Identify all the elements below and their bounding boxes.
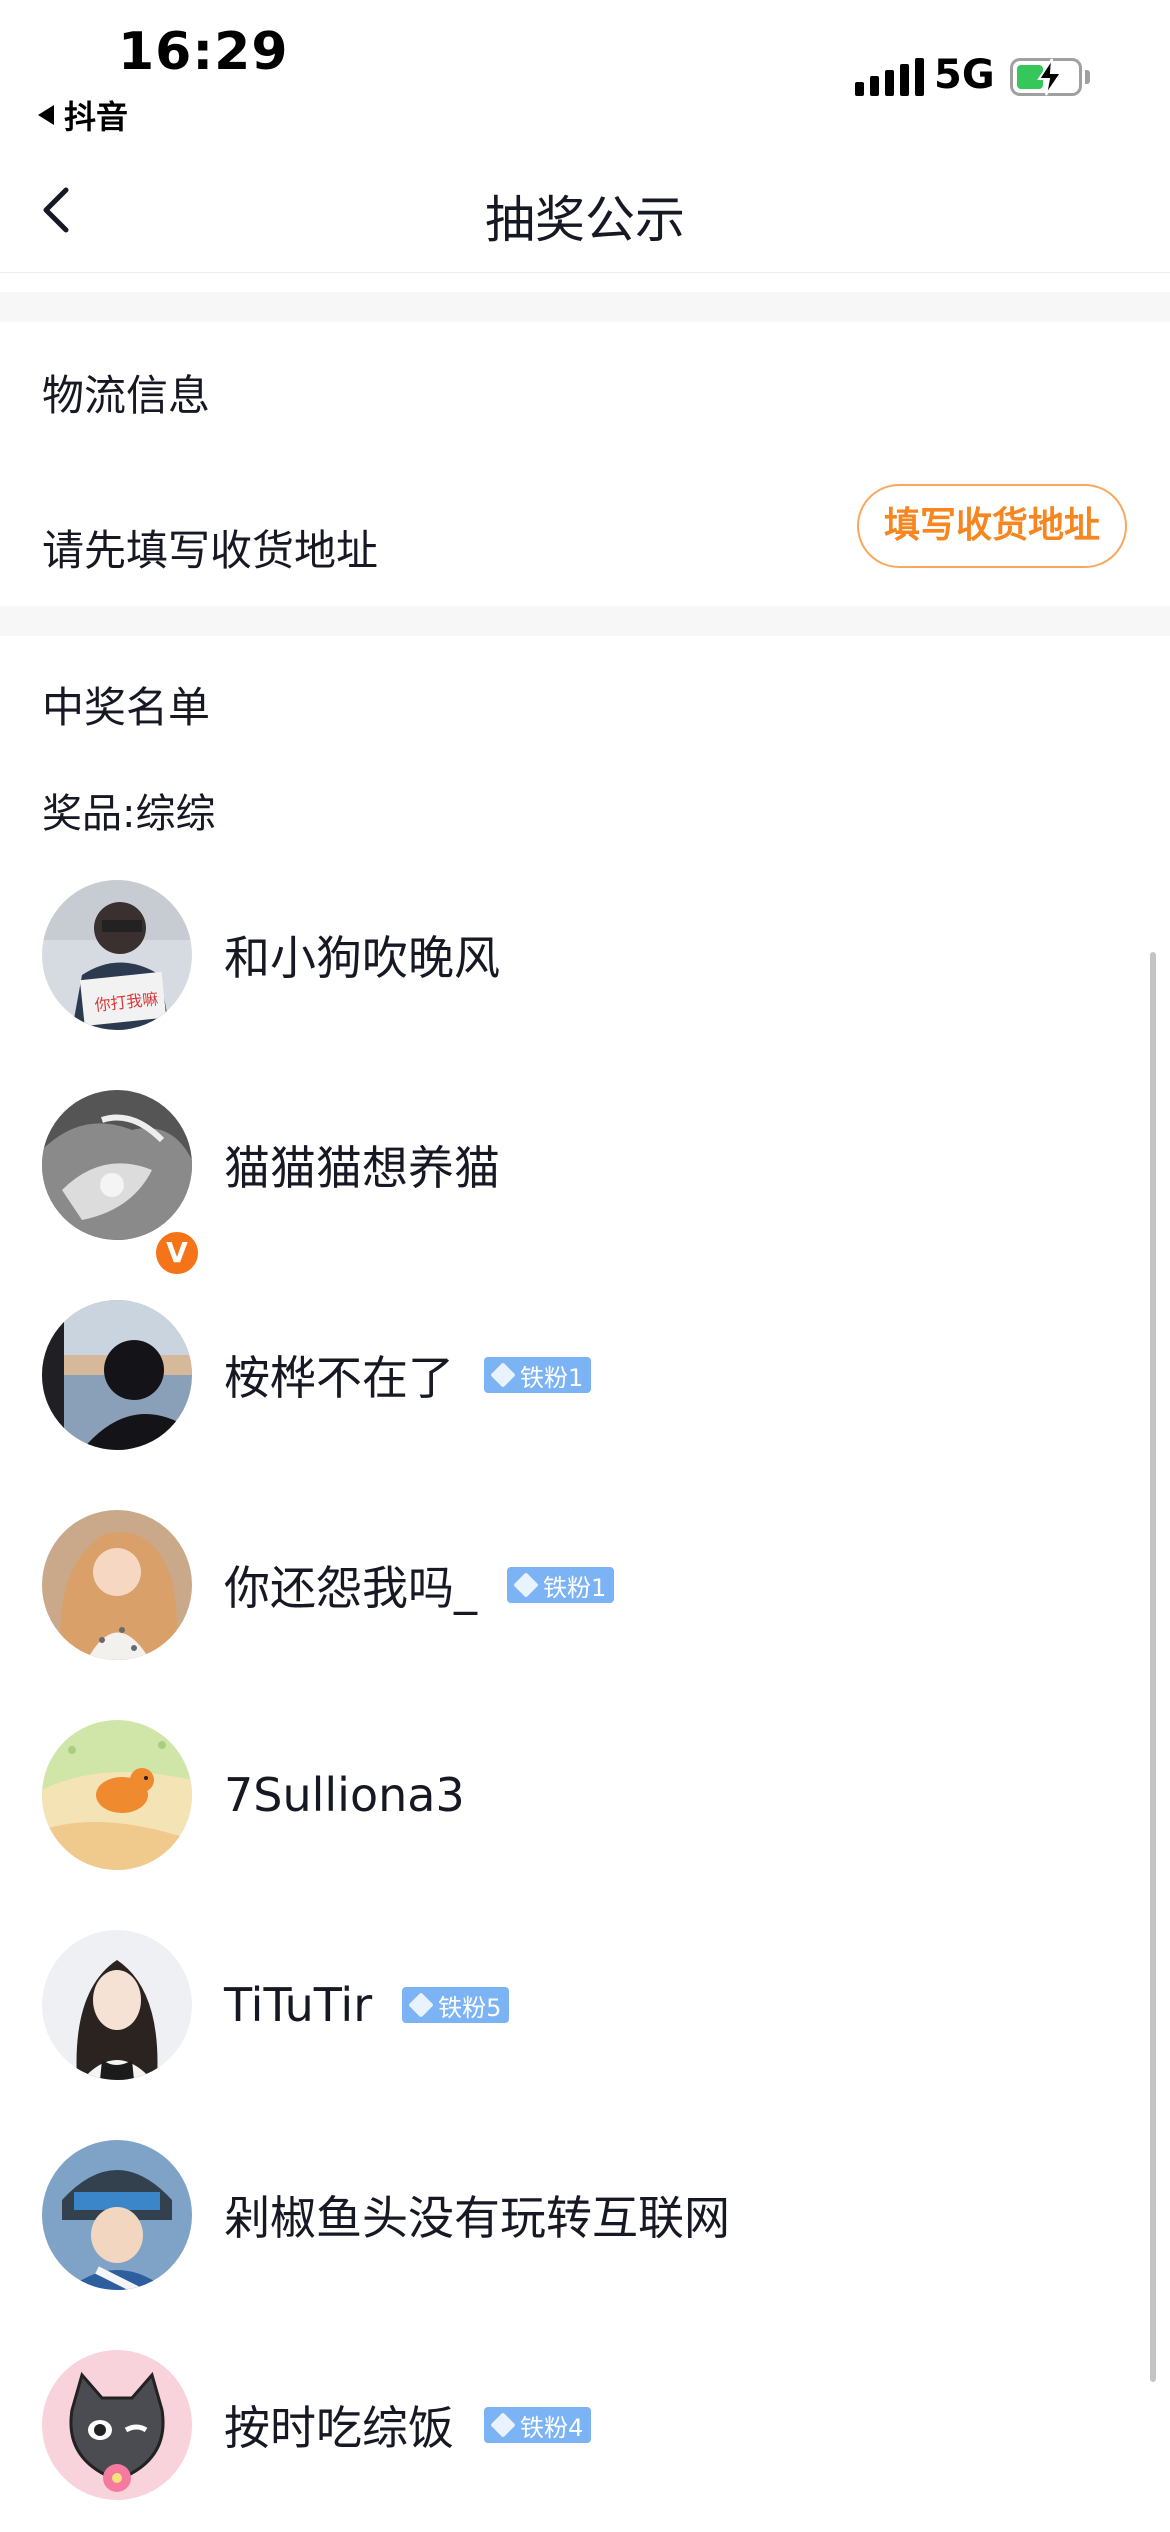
- section-divider: [0, 606, 1170, 636]
- logistics-title: 物流信息: [42, 371, 211, 420]
- diamond-icon: [408, 1992, 434, 2018]
- scrollbar[interactable]: [1150, 952, 1156, 2382]
- winner-row[interactable]: 7Sulliona3: [42, 1720, 1132, 1870]
- network-type: 5G: [934, 52, 995, 98]
- fan-level-label: 铁粉5: [438, 1993, 502, 2022]
- address-prompt: 请先填写收货地址: [42, 526, 379, 575]
- winners-title: 中奖名单: [42, 683, 211, 732]
- winner-name: 和小狗吹晚风: [224, 931, 500, 985]
- avatar[interactable]: [42, 2350, 192, 2500]
- diamond-icon: [513, 1572, 539, 1598]
- avatar[interactable]: [42, 1300, 192, 1450]
- back-to-app-link[interactable]: 抖音: [38, 92, 128, 138]
- battery-charging-icon: [1010, 58, 1082, 96]
- diamond-icon: [490, 1362, 516, 1388]
- avatar[interactable]: [42, 1090, 192, 1240]
- section-divider: [0, 292, 1170, 322]
- fan-level-badge: 铁粉5: [402, 1987, 510, 2023]
- winner-row[interactable]: 猫猫猫想养猫: [42, 1090, 1132, 1240]
- page-title: 抽奖公示: [485, 191, 685, 249]
- winner-row[interactable]: 按时吃综饭 铁粉4: [42, 2350, 1132, 2500]
- fan-level-badge: 铁粉1: [507, 1567, 615, 1603]
- fan-level-label: 铁粉1: [543, 1573, 607, 1602]
- prize-label: 奖品:综综: [42, 791, 216, 837]
- winner-row[interactable]: 剁椒鱼头没有玩转互联网: [42, 2140, 1132, 2290]
- winner-name: 桉桦不在了: [224, 1351, 454, 1405]
- status-time: 16:29: [118, 22, 289, 82]
- back-app-label: 抖音: [64, 98, 129, 136]
- winner-name: 按时吃综饭: [224, 2401, 454, 2455]
- avatar[interactable]: 你打我嘛: [42, 880, 192, 1030]
- avatar[interactable]: [42, 1510, 192, 1660]
- winner-row[interactable]: TiTuTir 铁粉5: [42, 1930, 1132, 2080]
- verified-badge-icon: V: [152, 1228, 202, 1278]
- fan-level-badge: 铁粉4: [484, 2407, 592, 2443]
- winner-name: 剁椒鱼头没有玩转互联网: [224, 2191, 730, 2245]
- battery-cap: [1085, 70, 1090, 84]
- winner-row[interactable]: 你打我嘛 和小狗吹晚风: [42, 880, 1132, 1030]
- nav-bar: 抽奖公示: [0, 150, 1170, 273]
- signal-icon: [855, 58, 924, 96]
- winner-name: 7Sulliona3: [224, 1768, 465, 1822]
- winner-name: 猫猫猫想养猫: [224, 1141, 500, 1195]
- winner-name: 你还怨我吗_: [224, 1561, 477, 1615]
- diamond-icon: [490, 2412, 516, 2438]
- logistics-section: 物流信息 请先填写收货地址 填写收货地址: [0, 322, 1170, 606]
- status-bar: 16:29 抖音 5G: [0, 0, 1170, 150]
- winner-row[interactable]: 你还怨我吗_ 铁粉1: [42, 1510, 1132, 1660]
- winner-row[interactable]: 桉桦不在了 铁粉1: [42, 1300, 1132, 1450]
- fan-level-label: 铁粉1: [520, 1363, 584, 1392]
- fan-level-label: 铁粉4: [520, 2413, 584, 2442]
- avatar[interactable]: [42, 1720, 192, 1870]
- fill-address-button[interactable]: 填写收货地址: [857, 484, 1127, 568]
- winner-name: TiTuTir: [224, 1978, 373, 2032]
- back-triangle-icon: [38, 105, 54, 125]
- fan-level-badge: 铁粉1: [484, 1357, 592, 1393]
- avatar[interactable]: [42, 2140, 192, 2290]
- avatar[interactable]: [42, 1930, 192, 2080]
